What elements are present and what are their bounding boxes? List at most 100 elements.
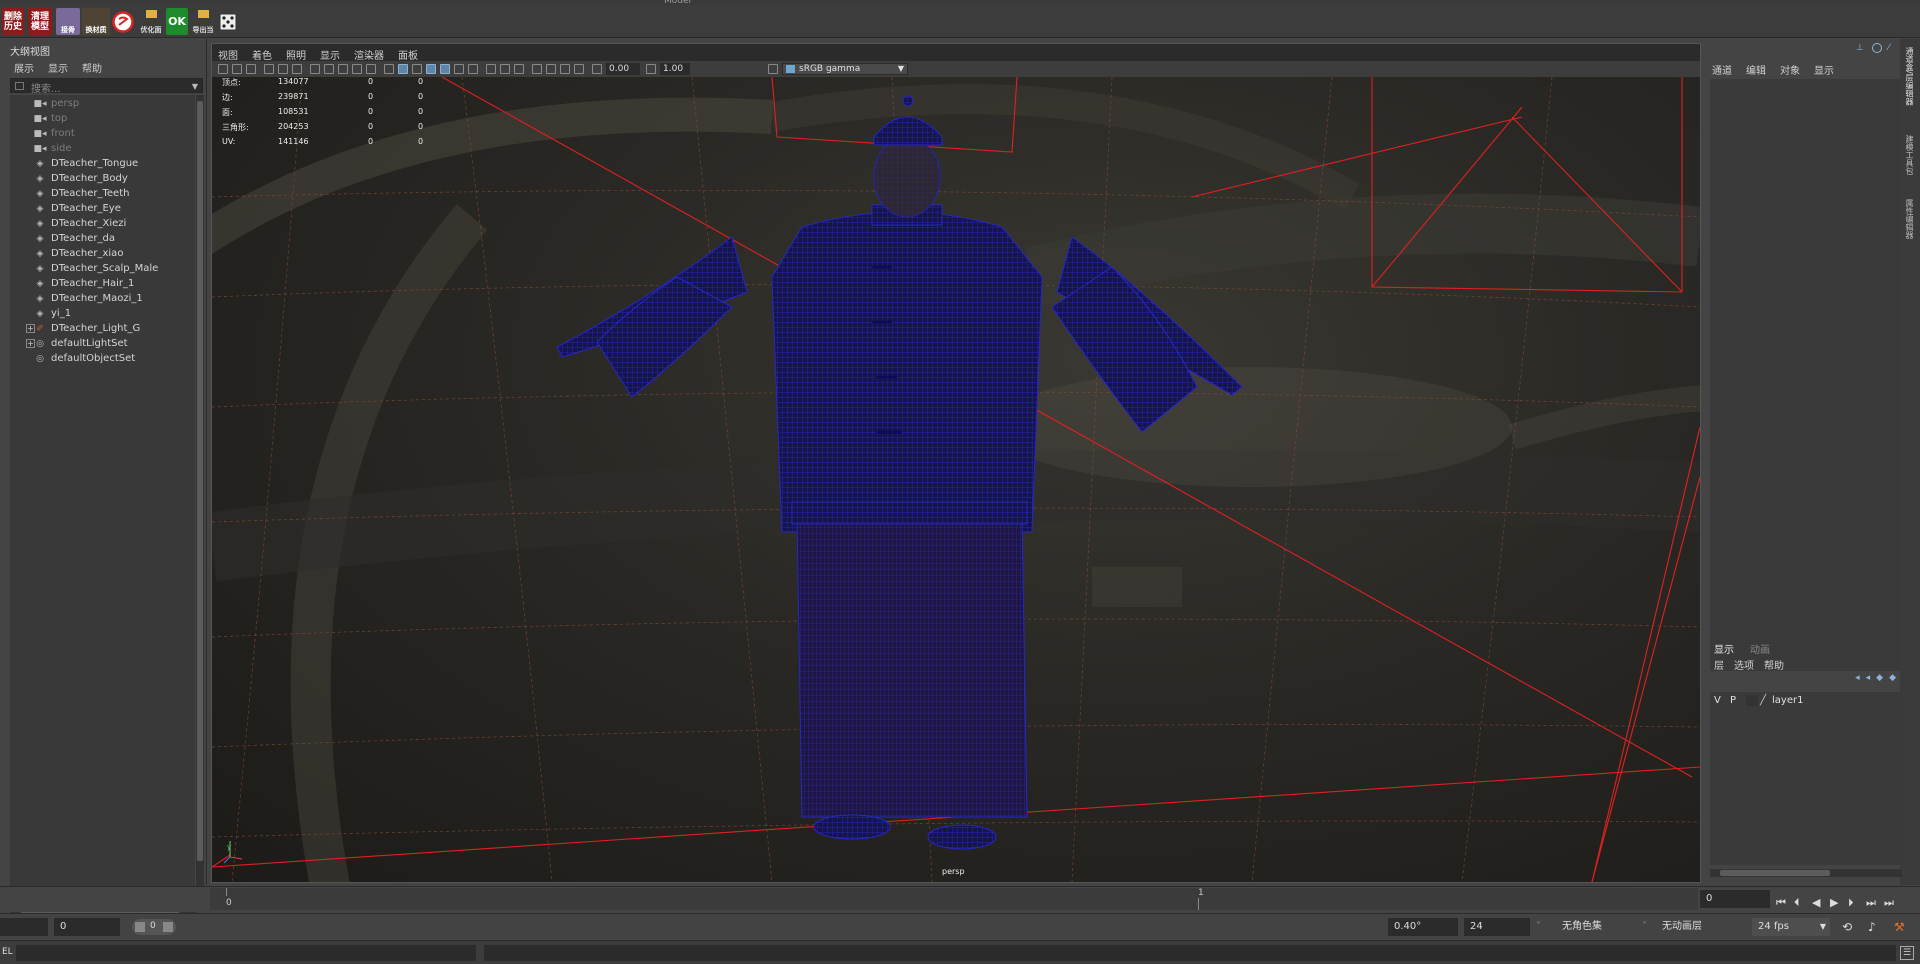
tab-channel-box-layer-editor[interactable]: 通道盒/层编辑器 — [1904, 47, 1915, 106]
outliner-item-body[interactable]: ◈ DTeacher_Body — [34, 171, 128, 186]
range-slider[interactable]: 0 — [132, 919, 176, 935]
scroll-thumb[interactable] — [1720, 870, 1830, 876]
gamma-field[interactable]: 1.00 — [660, 63, 690, 75]
layer-menu-options[interactable]: 选项 — [1734, 657, 1754, 672]
xray-joints-icon[interactable] — [560, 64, 570, 74]
field-chart-icon[interactable] — [366, 64, 376, 74]
resolution-gate-icon[interactable] — [338, 64, 348, 74]
outliner-item-top[interactable]: ■◂ top — [33, 111, 67, 126]
tab-attribute-editor[interactable]: 属性编辑器 — [1904, 199, 1915, 239]
outliner-item-xiezi[interactable]: ◈ DTeacher_Xiezi — [34, 216, 127, 231]
new-layer-icon[interactable]: ◆ — [1889, 673, 1896, 683]
layer-hscrollbar[interactable] — [1710, 869, 1902, 877]
transform-icon[interactable]: ⊥ — [1856, 43, 1866, 53]
viewport-menu-shading[interactable]: 着色 — [252, 47, 272, 62]
viewport-menu-view[interactable]: 视图 — [218, 47, 238, 62]
end-time-field[interactable]: 24 — [1464, 918, 1530, 936]
loop-icon[interactable]: ⟲ — [1842, 920, 1852, 934]
channel-box-menu-channels[interactable]: 通道 — [1712, 62, 1732, 77]
outliner-item-persp[interactable]: ■◂ persp — [33, 96, 79, 111]
channel-box-area[interactable] — [1710, 79, 1902, 671]
outliner-item-light[interactable]: ✐ DTeacher_Light_G — [34, 321, 140, 336]
outliner-item-scalp[interactable]: ◈ DTeacher_Scalp_Male — [34, 261, 159, 276]
view-transform-dropdown[interactable]: sRGB gamma ▼ — [782, 63, 908, 75]
go-to-start-icon[interactable]: ⏮ — [1776, 896, 1786, 910]
toggle-icon[interactable] — [1872, 43, 1882, 53]
tab-modeling-toolkit[interactable]: 建模工具包 — [1904, 135, 1915, 175]
exposure-icon[interactable] — [592, 64, 602, 74]
viewport-menu-panels[interactable]: 面板 — [398, 47, 418, 62]
sound-icon[interactable]: ♪ — [1868, 920, 1876, 934]
outliner-item-xiao[interactable]: ◈ DTeacher_xiao — [34, 246, 124, 261]
next-key-icon[interactable]: ⏭ — [1866, 896, 1876, 910]
bookmark-icon[interactable] — [246, 64, 256, 74]
export-button[interactable]: 导出当 — [190, 8, 216, 35]
play-forwards-icon[interactable]: ▶ — [1830, 896, 1838, 909]
layer-name[interactable]: layer1 — [1772, 695, 1803, 706]
outliner-menu-show[interactable]: 显示 — [48, 60, 68, 75]
character-set-dropdown[interactable]: ˅ 无角色集 — [1536, 918, 1636, 936]
layer-color-icon[interactable]: ╱ — [1760, 695, 1766, 706]
chevron-down-icon[interactable]: ▼ — [192, 82, 198, 91]
smooth-shade-icon[interactable] — [398, 64, 408, 74]
viewport-menu-lighting[interactable]: 照明 — [286, 47, 306, 62]
isolate-select-icon[interactable] — [532, 64, 542, 74]
outliner-item-tongue[interactable]: ◈ DTeacher_Tongue — [34, 156, 139, 171]
outliner-item-objectset[interactable]: ◎ defaultObjectSet — [34, 351, 135, 366]
image-plane-icon[interactable] — [278, 64, 288, 74]
outliner-item-yi[interactable]: ◈ yi_1 — [34, 306, 72, 321]
delete-history-button[interactable]: 删除 历史 — [2, 8, 24, 35]
script-editor-icon[interactable]: ☰ — [1900, 946, 1914, 960]
channel-box-menu-show[interactable]: 显示 — [1814, 62, 1834, 77]
camera-attributes-icon[interactable] — [232, 64, 242, 74]
tab-display[interactable]: 显示 — [1714, 641, 1734, 656]
command-language-label[interactable]: EL — [2, 947, 13, 957]
menu-set-label[interactable]: Model — [664, 0, 691, 5]
angle-field[interactable]: 0.40° — [1388, 918, 1458, 936]
layer-menu-help[interactable]: 帮助 — [1764, 657, 1784, 672]
dice-icon[interactable] — [218, 8, 238, 35]
exposure-field[interactable]: 0.00 — [606, 63, 640, 75]
auto-key-icon[interactable]: ⚒ — [1894, 920, 1905, 934]
filter-icon[interactable] — [15, 82, 24, 90]
swap-material-button[interactable]: 换材质 — [82, 8, 110, 35]
viewport-menu-show[interactable]: 显示 — [320, 47, 340, 62]
outliner-item-teeth[interactable]: ◈ DTeacher_Teeth — [34, 186, 130, 201]
outliner-vscrollbar[interactable] — [196, 95, 204, 905]
layer-menu-layers[interactable]: 层 — [1714, 657, 1724, 672]
no-entry-icon[interactable] — [110, 8, 136, 35]
color-management-icon[interactable] — [768, 64, 778, 74]
grid-icon[interactable] — [310, 64, 320, 74]
anim-start-field[interactable]: 0 — [54, 918, 120, 936]
outliner-item-front[interactable]: ■◂ front — [33, 126, 74, 141]
outliner-menu-help[interactable]: 帮助 — [82, 60, 102, 75]
clean-model-button[interactable]: 清理 模型 — [28, 8, 52, 35]
new-layer-selected-icon[interactable]: ◆ — [1876, 673, 1883, 683]
gate-mask-icon[interactable] — [352, 64, 362, 74]
fps-dropdown[interactable]: 24 fps ▼ — [1752, 918, 1830, 936]
3d-viewport[interactable]: 顶点: 134077 0 0 边: 239871 0 0 面: 108531 0… — [212, 77, 1700, 882]
outliner-item-hair[interactable]: ◈ DTeacher_Hair_1 — [34, 276, 135, 291]
outliner-menu-display[interactable]: 展示 — [14, 60, 34, 75]
anim-layer-dropdown[interactable]: ˅ 无动画层 — [1642, 918, 1742, 936]
bind-skin-button[interactable]: 接骨 — [56, 8, 80, 35]
wireframe-on-shaded-icon[interactable] — [426, 64, 436, 74]
motion-blur-icon[interactable] — [500, 64, 510, 74]
start-time-field[interactable] — [0, 918, 48, 936]
scroll-thumb[interactable] — [197, 101, 203, 861]
time-slider-track[interactable]: 0 1 — [210, 888, 1698, 910]
range-handle-start[interactable] — [135, 922, 145, 932]
camera-select-icon[interactable] — [218, 64, 228, 74]
gamma-icon[interactable] — [646, 64, 656, 74]
move-down-icon[interactable]: ◂ — [1866, 673, 1871, 683]
outliner-item-lightset[interactable]: ◎ defaultLightSet — [34, 336, 128, 351]
xray-components-icon[interactable] — [574, 64, 584, 74]
layer-row[interactable]: V P ╱ layer1 — [1710, 694, 1902, 708]
move-up-icon[interactable]: ◂ — [1855, 673, 1860, 683]
visibility-toggle[interactable]: V — [1714, 695, 1721, 706]
search-input[interactable]: 搜索... — [31, 80, 61, 95]
anti-aliasing-icon[interactable] — [514, 64, 524, 74]
viewport-menu-renderer[interactable]: 渲染器 — [354, 47, 384, 62]
outliner-search[interactable]: 搜索... ▼ — [10, 78, 203, 95]
default-material-icon[interactable] — [412, 64, 422, 74]
